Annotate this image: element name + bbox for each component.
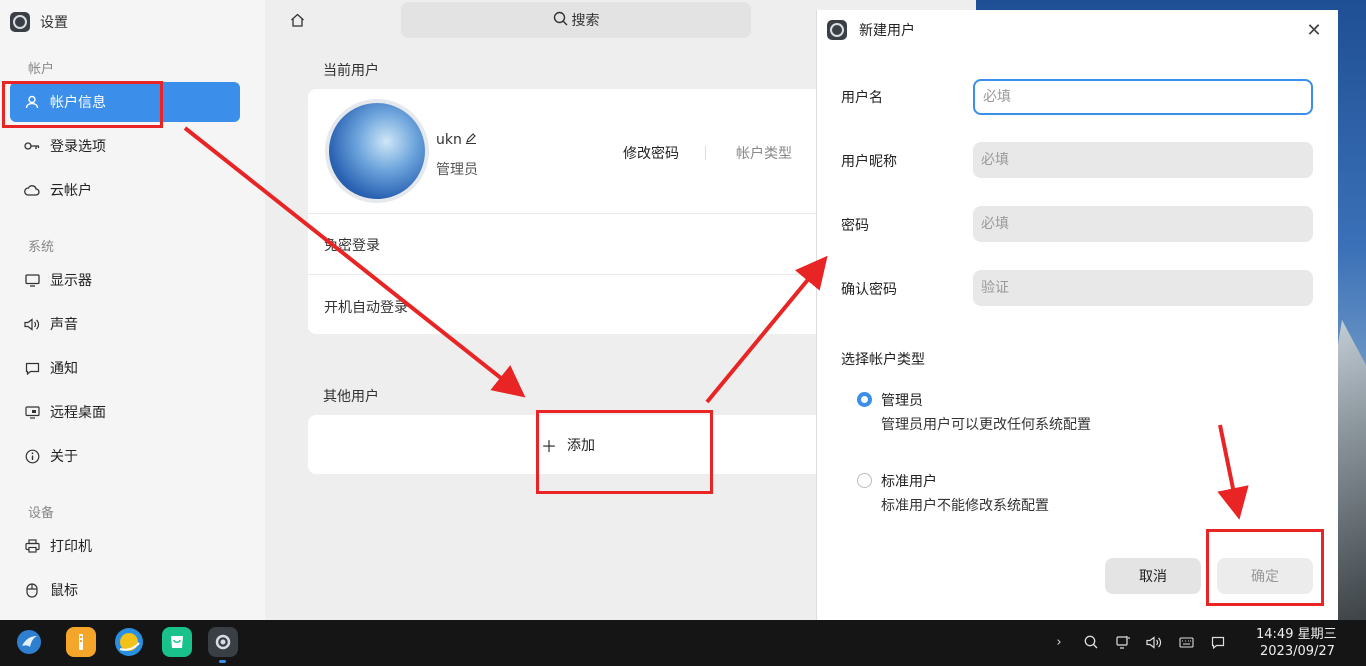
change-password-button[interactable]: 修改密码 bbox=[623, 143, 679, 163]
sidebar-item-label: 通知 bbox=[50, 361, 78, 377]
sidebar-item-remote-desktop[interactable]: 远程桌面 bbox=[10, 392, 240, 432]
dialog-header: 新建用户 bbox=[827, 20, 915, 40]
notification-center-icon[interactable] bbox=[1208, 632, 1228, 652]
standard-radio[interactable] bbox=[857, 473, 872, 488]
username-input[interactable] bbox=[973, 79, 1313, 115]
sidebar-item-label: 登录选项 bbox=[50, 139, 106, 155]
cloud-icon bbox=[24, 182, 40, 198]
active-indicator bbox=[219, 660, 226, 663]
confirm-password-label: 确认密码 bbox=[841, 282, 897, 298]
sidebar-item-notifications[interactable]: 通知 bbox=[10, 348, 240, 388]
admin-radio-label: 管理员 bbox=[881, 393, 923, 409]
user-role: 管理员 bbox=[436, 162, 478, 178]
settings-taskbar-icon[interactable] bbox=[208, 627, 238, 657]
annotation-box-confirm bbox=[1206, 529, 1324, 606]
printer-icon bbox=[24, 538, 40, 554]
sidebar-item-label: 声音 bbox=[50, 317, 78, 333]
standard-radio-label: 标准用户 bbox=[881, 474, 937, 490]
account-type-heading: 选择帐户类型 bbox=[841, 352, 925, 368]
sidebar-item-about[interactable]: 关于 bbox=[10, 436, 240, 476]
file-manager-icon[interactable] bbox=[66, 627, 96, 657]
nickname-label: 用户昵称 bbox=[841, 154, 897, 170]
sidebar-item-display[interactable]: 显示器 bbox=[10, 260, 240, 300]
standard-radio-desc: 标准用户不能修改系统配置 bbox=[881, 498, 1049, 514]
app-header: 设置 bbox=[10, 10, 68, 34]
browser-icon[interactable] bbox=[114, 627, 144, 657]
search-icon bbox=[553, 11, 568, 30]
sidebar-item-label: 云帐户 bbox=[50, 183, 92, 199]
dialog-title: 新建用户 bbox=[859, 23, 915, 39]
divider bbox=[308, 213, 828, 214]
avatar[interactable] bbox=[325, 99, 429, 203]
home-icon[interactable] bbox=[287, 10, 307, 30]
volume-icon[interactable] bbox=[1144, 632, 1164, 652]
account-type-button[interactable]: 帐户类型 bbox=[736, 143, 792, 163]
admin-radio-desc: 管理员用户可以更改任何系统配置 bbox=[881, 417, 1091, 433]
network-icon[interactable] bbox=[1113, 632, 1133, 652]
group-label-account: 帐户 bbox=[28, 62, 55, 77]
notification-icon bbox=[24, 360, 40, 376]
remote-desktop-icon bbox=[24, 404, 40, 420]
auto-login-label: 开机自动登录 bbox=[324, 300, 408, 316]
keyboard-icon[interactable] bbox=[1176, 632, 1196, 652]
sidebar-item-label: 显示器 bbox=[50, 273, 92, 289]
speaker-icon bbox=[24, 316, 40, 332]
app-title: 设置 bbox=[40, 15, 68, 31]
launcher-icon[interactable] bbox=[14, 627, 44, 657]
divider bbox=[705, 146, 706, 160]
current-user-heading: 当前用户 bbox=[323, 63, 379, 79]
edit-icon[interactable] bbox=[465, 132, 477, 148]
search-icon[interactable] bbox=[1081, 632, 1101, 652]
info-icon bbox=[24, 448, 40, 464]
sidebar-item-login-options[interactable]: 登录选项 bbox=[10, 126, 240, 166]
group-label-system: 系统 bbox=[28, 240, 55, 255]
other-users-heading: 其他用户 bbox=[323, 389, 379, 405]
sidebar-item-mouse[interactable]: 鼠标 bbox=[10, 570, 240, 610]
clock-time[interactable]: 14:49 星期三 bbox=[1256, 623, 1337, 642]
cancel-button[interactable]: 取消 bbox=[1105, 558, 1201, 594]
settings-app-icon bbox=[827, 20, 847, 40]
sidebar-item-label: 打印机 bbox=[50, 539, 92, 555]
current-user-card: ukn 管理员 修改密码 帐户类型 免密登录 开机自动登录 bbox=[308, 89, 828, 334]
sidebar-item-sound[interactable]: 声音 bbox=[10, 304, 240, 344]
sidebar-item-printer[interactable]: 打印机 bbox=[10, 526, 240, 566]
search-box[interactable]: 搜索 bbox=[401, 2, 751, 38]
app-store-icon[interactable] bbox=[162, 627, 192, 657]
confirm-password-input[interactable] bbox=[973, 270, 1313, 306]
sidebar-item-label: 远程桌面 bbox=[50, 405, 106, 421]
annotation-box-account-info bbox=[2, 81, 163, 128]
close-icon[interactable]: ✕ bbox=[1304, 20, 1324, 41]
sidebar-item-cloud-account[interactable]: 云帐户 bbox=[10, 170, 240, 210]
search-placeholder: 搜索 bbox=[571, 13, 600, 29]
clock-date[interactable]: 2023/09/27 bbox=[1260, 644, 1335, 659]
chevron-right-icon[interactable]: › bbox=[1049, 632, 1069, 652]
username: ukn bbox=[436, 132, 477, 148]
monitor-icon bbox=[24, 272, 40, 288]
password-input[interactable] bbox=[973, 206, 1313, 242]
passwordless-login-label: 免密登录 bbox=[324, 238, 380, 254]
username-text: ukn bbox=[436, 132, 462, 148]
sidebar-item-label: 鼠标 bbox=[50, 583, 78, 599]
username-label: 用户名 bbox=[841, 90, 883, 106]
taskbar: › 14:49 星期三 2023/09/27 bbox=[0, 620, 1366, 666]
nickname-input[interactable] bbox=[973, 142, 1313, 178]
group-label-devices: 设备 bbox=[28, 506, 55, 521]
sidebar-item-label: 关于 bbox=[50, 449, 78, 465]
divider bbox=[308, 274, 828, 275]
admin-radio[interactable] bbox=[857, 392, 872, 407]
settings-app-icon bbox=[10, 12, 30, 32]
password-label: 密码 bbox=[841, 218, 869, 234]
annotation-box-add bbox=[536, 410, 713, 494]
key-icon bbox=[24, 138, 40, 154]
mouse-icon bbox=[24, 582, 40, 598]
